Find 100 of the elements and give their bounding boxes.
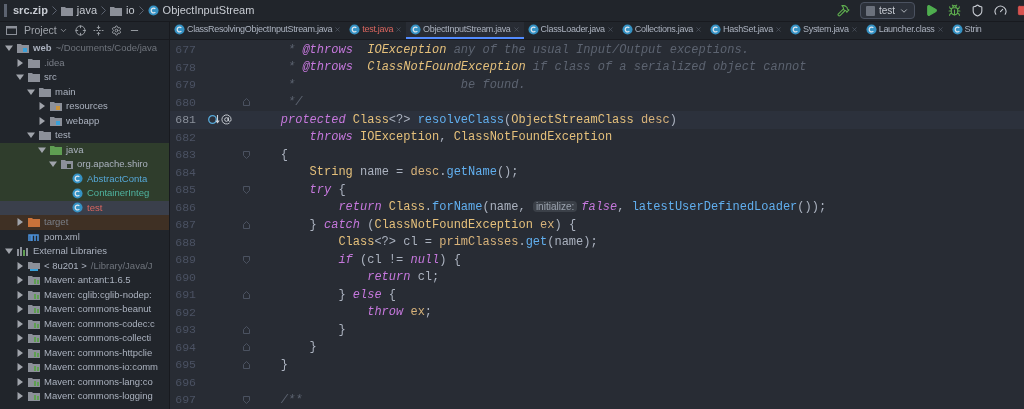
tree-item-label: Maven: commons-beanut bbox=[44, 302, 152, 317]
tree-item[interactable]: pom.xml bbox=[0, 229, 169, 244]
code-line: } bbox=[279, 356, 288, 374]
fold-end-marker-icon[interactable] bbox=[242, 290, 250, 299]
collapsed-arrow-icon[interactable] bbox=[37, 116, 46, 125]
breadcrumb-item[interactable]: ObjectInputStream bbox=[162, 2, 255, 19]
class-icon bbox=[790, 24, 801, 35]
tree-item[interactable]: < 8u201 > /Library/Java/J bbox=[0, 258, 169, 273]
tree-item-label: test bbox=[87, 200, 103, 215]
collapse-all-icon[interactable] bbox=[92, 25, 104, 36]
collapsed-arrow-icon[interactable] bbox=[15, 377, 24, 386]
locate-crosshair-icon[interactable] bbox=[74, 25, 86, 36]
tree-item[interactable]: main bbox=[0, 84, 169, 99]
fold-marker-icon[interactable] bbox=[242, 150, 250, 159]
expanded-arrow-icon[interactable] bbox=[37, 145, 46, 154]
project-view-dropdown[interactable]: Project bbox=[24, 22, 68, 39]
overrides-method-icon[interactable] bbox=[208, 114, 220, 126]
tree-item-label: src bbox=[44, 70, 57, 85]
tree-item-label: Maven: commons-logging bbox=[44, 389, 153, 404]
tab-label: ClassResolvingObjectInputStream.java bbox=[187, 22, 333, 36]
fold-end-marker-icon[interactable] bbox=[242, 343, 250, 352]
editor-tab[interactable]: Strin bbox=[947, 22, 986, 39]
tree-item[interactable]: web ~/Documents/Code/java bbox=[0, 41, 169, 56]
breadcrumb-item[interactable]: io bbox=[126, 2, 135, 19]
expanded-arrow-icon[interactable] bbox=[15, 73, 24, 82]
tree-item[interactable]: ContainerInteg bbox=[0, 186, 169, 201]
fold-end-marker-icon[interactable] bbox=[242, 360, 250, 369]
annotation-icon[interactable] bbox=[221, 114, 232, 126]
coverage-icon[interactable] bbox=[971, 4, 984, 17]
expanded-arrow-icon[interactable] bbox=[48, 160, 57, 169]
editor-tab[interactable]: Collections.java bbox=[617, 22, 707, 39]
collapsed-arrow-icon[interactable] bbox=[15, 305, 24, 314]
code-line: return cl; bbox=[366, 269, 440, 287]
run-configuration-dropdown[interactable]: test bbox=[859, 2, 915, 19]
profile-gauge-icon[interactable] bbox=[994, 4, 1007, 17]
tree-item[interactable]: Maven: cglib:cglib-nodep: bbox=[0, 287, 169, 302]
tree-item-label: target bbox=[44, 215, 69, 230]
tree-item-label: java bbox=[66, 142, 84, 157]
tree-item-label: < 8u201 > bbox=[44, 258, 87, 273]
editor-tab[interactable]: ObjectInputStream.java bbox=[406, 22, 524, 39]
editor-tab[interactable]: test.java bbox=[345, 22, 407, 39]
tree-item[interactable]: Maven: commons-beanut bbox=[0, 302, 169, 317]
collapsed-arrow-icon[interactable] bbox=[15, 261, 24, 270]
tree-item[interactable]: resources bbox=[0, 99, 169, 114]
tree-item[interactable]: Maven: commons-io:comm bbox=[0, 360, 169, 375]
fold-marker-icon[interactable] bbox=[242, 185, 250, 194]
library-icon bbox=[28, 275, 40, 286]
fold-end-marker-icon[interactable] bbox=[242, 325, 250, 334]
collapsed-arrow-icon[interactable] bbox=[15, 348, 24, 357]
collapsed-arrow-icon[interactable] bbox=[15, 392, 24, 401]
tree-item-label: pom.xml bbox=[44, 229, 80, 244]
fold-marker-icon[interactable] bbox=[242, 395, 250, 404]
editor-tab[interactable]: ClassResolvingObjectInputStream.java bbox=[170, 22, 346, 39]
editor-tab[interactable]: Launcher.class bbox=[861, 22, 948, 39]
tree-item[interactable]: Maven: commons-codec:c bbox=[0, 316, 169, 331]
tree-item[interactable]: Maven: commons-httpclie bbox=[0, 345, 169, 360]
debug-bug-icon[interactable] bbox=[948, 4, 961, 17]
build-hammer-icon[interactable] bbox=[836, 4, 850, 17]
breadcrumb-item[interactable]: src.zip bbox=[13, 2, 48, 19]
collapsed-arrow-icon[interactable] bbox=[15, 363, 24, 372]
collapsed-arrow-icon[interactable] bbox=[15, 58, 24, 67]
tree-item[interactable]: External Libraries bbox=[0, 244, 169, 259]
collapsed-arrow-icon[interactable] bbox=[15, 290, 24, 299]
tree-item[interactable]: Maven: ant:ant:1.6.5 bbox=[0, 273, 169, 288]
fold-end-marker-icon[interactable] bbox=[242, 220, 250, 229]
expanded-arrow-icon[interactable] bbox=[26, 131, 35, 140]
jdk-folder-icon bbox=[28, 260, 40, 271]
tree-item[interactable]: java bbox=[0, 142, 169, 157]
tree-item[interactable]: .idea bbox=[0, 55, 169, 70]
collapsed-arrow-icon[interactable] bbox=[15, 334, 24, 343]
tree-item[interactable]: Maven: commons-lang:co bbox=[0, 374, 169, 389]
tree-item-label: Maven: commons-lang:co bbox=[44, 374, 153, 389]
fold-end-marker-icon[interactable] bbox=[242, 98, 250, 107]
tree-item[interactable]: Maven: commons-collecti bbox=[0, 331, 169, 346]
collapsed-arrow-icon[interactable] bbox=[15, 218, 24, 227]
folder-icon bbox=[28, 57, 40, 68]
collapsed-arrow-icon[interactable] bbox=[15, 276, 24, 285]
tree-item-label: org.apache.shiro bbox=[77, 157, 148, 172]
tree-item[interactable]: org.apache.shiro bbox=[0, 157, 169, 172]
fold-marker-icon[interactable] bbox=[242, 255, 250, 264]
tree-item[interactable]: test bbox=[0, 128, 169, 143]
editor-tab[interactable]: HashSet.java bbox=[706, 22, 786, 39]
path-hint: ~/Documents/Code/java bbox=[55, 41, 158, 56]
expanded-arrow-icon[interactable] bbox=[26, 87, 35, 96]
expanded-arrow-icon[interactable] bbox=[4, 247, 13, 256]
tree-item-label: test bbox=[55, 128, 71, 143]
tree-item-label: Maven: commons-io:comm bbox=[44, 360, 159, 375]
breadcrumb-item[interactable]: java bbox=[76, 2, 98, 19]
tree-item[interactable]: src bbox=[0, 70, 169, 85]
code-line: try { bbox=[308, 181, 346, 199]
editor-tab[interactable]: ClassLoader.java bbox=[523, 22, 618, 39]
tab-label: Strin bbox=[964, 22, 982, 36]
expanded-arrow-icon[interactable] bbox=[4, 44, 13, 53]
run-icon[interactable] bbox=[925, 4, 938, 17]
editor-tab[interactable]: System.java bbox=[786, 22, 862, 39]
collapsed-arrow-icon[interactable] bbox=[37, 102, 46, 111]
tree-item[interactable]: Maven: commons-logging bbox=[0, 389, 169, 404]
tree-item[interactable]: webapp bbox=[0, 113, 169, 128]
settings-icon[interactable] bbox=[110, 25, 122, 36]
collapsed-arrow-icon[interactable] bbox=[15, 319, 24, 328]
